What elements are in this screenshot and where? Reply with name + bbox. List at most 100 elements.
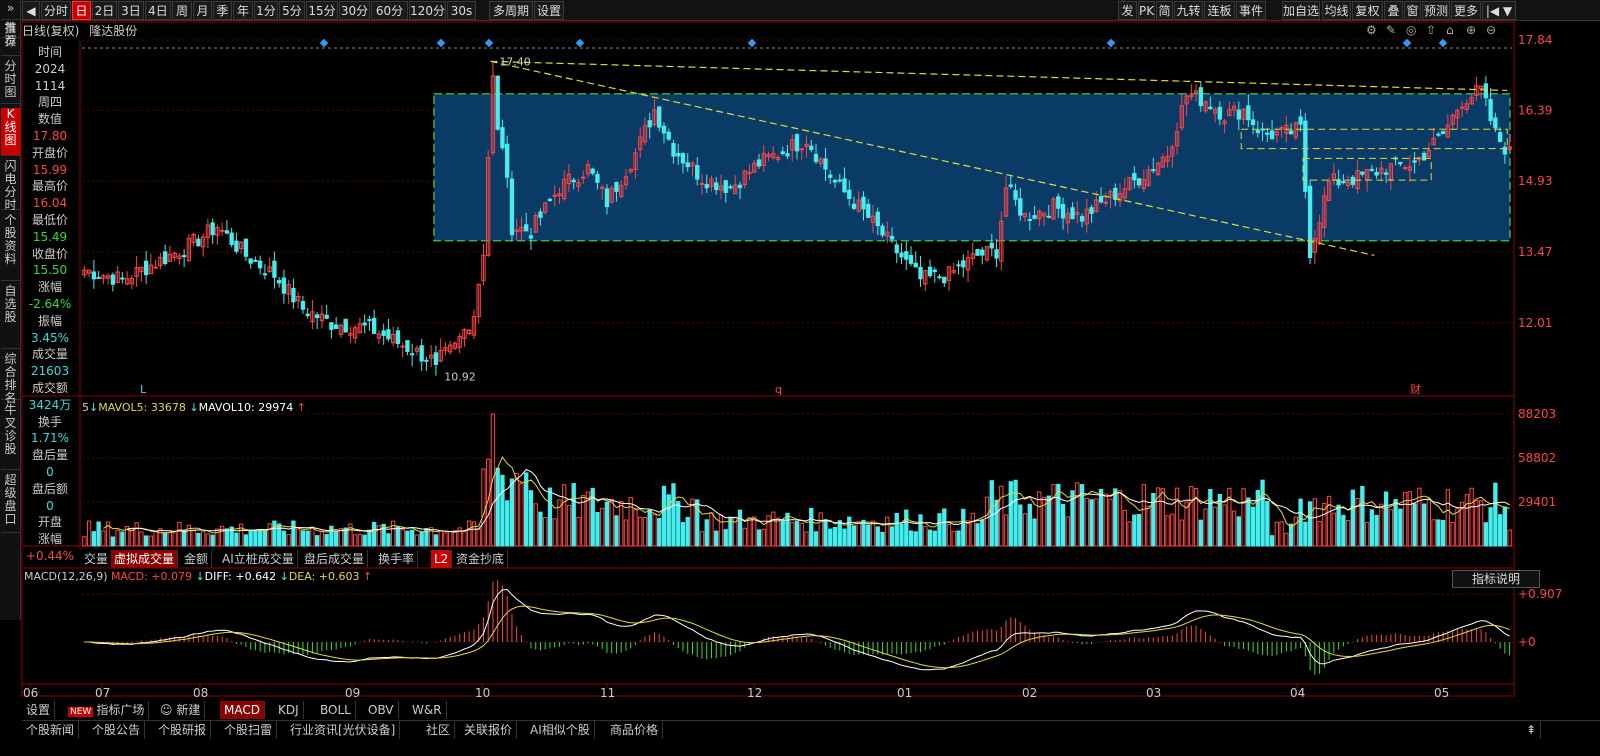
month-label: 06 <box>23 686 38 700</box>
volume-tab-1[interactable]: 虚拟成交量 <box>111 550 179 568</box>
chart-tool-icon[interactable]: ◎ <box>1406 23 1416 37</box>
indicator-tab-4[interactable]: KDJ <box>274 701 304 719</box>
chart-tool-icon[interactable]: ⌂ <box>1446 23 1454 37</box>
candle-body <box>590 168 595 174</box>
volume-bar <box>633 509 638 547</box>
candle-body <box>1440 130 1446 135</box>
volume-bar <box>661 485 667 547</box>
volume-bar <box>951 530 956 547</box>
candle-body <box>842 178 847 193</box>
candle-body <box>1369 168 1375 171</box>
info-link-2[interactable]: 个股研报 <box>154 721 212 739</box>
signal-marker[interactable]: L <box>140 383 147 396</box>
indicator-tab-5[interactable]: BOLL <box>316 701 356 719</box>
volume-bar <box>946 524 952 547</box>
info-label: 周四 <box>37 95 62 110</box>
chart-tool-icon[interactable]: ⚙ <box>1366 23 1377 37</box>
volume-bar <box>647 509 652 547</box>
indicator-tab-3[interactable]: MACD <box>220 701 265 719</box>
info-link-0[interactable]: 个股新闻 <box>22 721 80 739</box>
event-marker-icon[interactable] <box>319 38 329 48</box>
volume-bar <box>1474 499 1479 547</box>
info-value: 1.71% <box>30 431 70 446</box>
volume-tab-3[interactable]: AI立桩成交量 <box>219 550 298 568</box>
volume-bar <box>1136 513 1142 547</box>
candle-body <box>1217 106 1222 120</box>
event-marker-icon[interactable] <box>1438 38 1448 48</box>
month-label: 04 <box>1290 686 1305 700</box>
indicator-tab-6[interactable]: OBV <box>364 701 399 719</box>
candle-body <box>889 235 895 240</box>
volume-tab-6[interactable]: L2 <box>431 550 453 568</box>
chart-tool-icon[interactable]: ✎ <box>1386 23 1396 37</box>
signal-marker[interactable]: q <box>775 383 782 396</box>
volume-bar <box>1497 514 1503 547</box>
volume-tab-5[interactable]: 换手率 <box>375 550 419 568</box>
chart-tool-icon[interactable]: ⊕ <box>1466 23 1476 37</box>
volume-bar <box>1478 500 1484 547</box>
candle-body <box>1436 133 1441 136</box>
volume-bar <box>1246 497 1251 547</box>
volume-tab-7[interactable]: 资金抄底 <box>453 550 509 568</box>
event-marker-icon[interactable] <box>1402 38 1412 48</box>
kline-app: 分时日 2日 3日 4日周月季年 1分 5分 15分 30分 60分 120分 30s 多周期 设置发 P… <box>0 0 1600 756</box>
volume-bar <box>158 528 163 547</box>
info-link-4[interactable]: 行业资讯[光伏设备] <box>286 721 401 739</box>
info-link-1[interactable]: 个股公告 <box>88 721 146 739</box>
info-value: 1114 <box>34 78 66 93</box>
volume-bar <box>1317 521 1322 547</box>
event-marker-icon[interactable] <box>747 38 757 48</box>
volume-bar <box>405 530 410 547</box>
candle-body <box>1360 171 1365 175</box>
volume-bar <box>419 532 424 547</box>
volume-tab-4[interactable]: 盘后成交量 <box>301 550 369 568</box>
month-label: 02 <box>1022 686 1037 700</box>
indicator-tab-2[interactable]: ☺ 新建 <box>156 701 206 719</box>
volume-bar <box>1421 503 1427 547</box>
candle-body <box>927 266 933 277</box>
indicator-tab-1[interactable]: NEW 指标广场 <box>64 701 150 719</box>
volume-bar <box>780 520 785 547</box>
chart-svg[interactable]: 17.84 16.39 14.93 13.47 12.01 17.40 10.92 L q 财 ⚙ ✎… <box>0 0 1600 700</box>
candle-body <box>281 277 287 294</box>
indicator-tab-label: 新建 <box>176 703 201 717</box>
indicator-tab-0[interactable]: 设置 <box>22 701 56 719</box>
volume-tab-0[interactable]: 交量 <box>81 550 113 568</box>
volume-bar <box>96 521 101 547</box>
indicator-tab-7[interactable]: W&R <box>408 701 447 719</box>
info-link-8[interactable]: 商品价格 <box>606 721 664 739</box>
month-label: 03 <box>1146 686 1161 700</box>
volume-bar <box>200 531 206 547</box>
chart-tool-icon[interactable]: ⇧ <box>1426 23 1436 37</box>
signal-marker[interactable]: 财 <box>1410 382 1421 396</box>
volume-bar <box>267 523 272 547</box>
indicator-help-button[interactable]: 指标说明 <box>1452 570 1540 588</box>
event-marker-icon[interactable] <box>484 38 494 48</box>
candle-body <box>1070 207 1075 220</box>
candle-body <box>1374 171 1379 176</box>
info-link-6[interactable]: 关联报价 <box>460 721 518 739</box>
new-badge: NEW <box>68 707 94 717</box>
chart-tool-icon[interactable]: ⊖ <box>1486 23 1496 37</box>
candle-body <box>676 153 681 157</box>
candle-body <box>1046 215 1051 218</box>
candle-body <box>381 330 386 336</box>
volume-bar <box>153 530 158 547</box>
info-link-7[interactable]: AI相似个股 <box>526 721 595 739</box>
volume-bar <box>528 490 534 547</box>
info-link-3[interactable]: 个股扫雷 <box>220 721 278 739</box>
candle-body <box>538 211 543 218</box>
candle-body <box>495 75 500 130</box>
volume-bar <box>148 535 154 547</box>
volume-bar <box>771 511 776 547</box>
volume-bar <box>357 533 363 547</box>
candle-body <box>419 345 424 362</box>
info-link-5[interactable]: 社区 <box>422 721 456 739</box>
volume-tick: 58802 <box>1518 451 1556 465</box>
volume-bar <box>923 525 928 547</box>
price-tick: 17.84 <box>1518 33 1552 47</box>
candle-body <box>1008 184 1013 187</box>
volume-tab-2[interactable]: 金额 <box>181 550 213 568</box>
pin-icon[interactable]: ⇞ <box>1522 721 1542 739</box>
volume-bar <box>1331 512 1337 547</box>
